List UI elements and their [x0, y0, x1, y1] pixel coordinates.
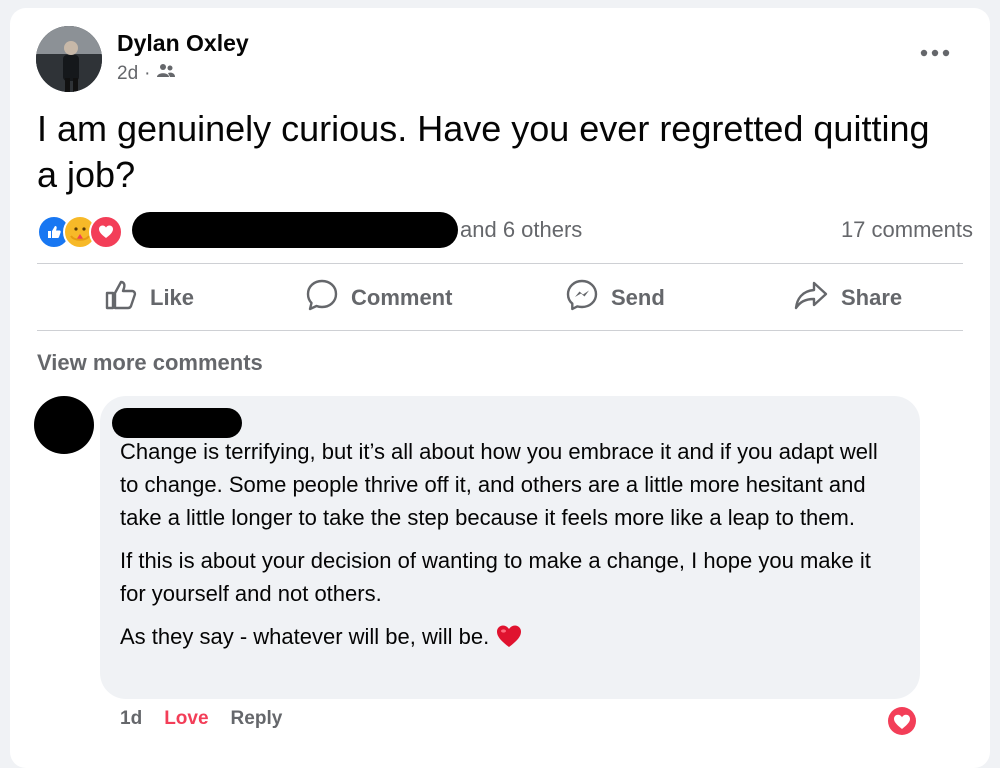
comment-text: Change is terrifying, but it’s all about… — [120, 435, 895, 668]
redacted-reactor-names — [132, 212, 458, 248]
send-label: Send — [611, 285, 665, 310]
share-button[interactable]: Share — [793, 278, 902, 318]
author-name[interactable]: Dylan Oxley — [117, 30, 249, 57]
comment-love-button[interactable]: Love — [164, 708, 208, 730]
heart-emoji-icon — [495, 623, 523, 658]
comment-paragraph: Change is terrifying, but it’s all about… — [120, 439, 878, 530]
comment-icon — [305, 278, 339, 318]
commenter-avatar-redacted[interactable] — [34, 396, 94, 454]
comment-time[interactable]: 1d — [120, 708, 142, 730]
comments-count[interactable]: 17 comments — [841, 217, 973, 243]
share-label: Share — [841, 285, 903, 310]
reaction-others-text[interactable]: and 6 others — [460, 217, 582, 243]
comment-paragraph-text: As they say - whatever will be, will be. — [120, 624, 490, 649]
view-more-comments-link[interactable]: View more comments — [37, 350, 263, 376]
comment-footer: 1d Love Reply — [120, 708, 282, 730]
more-options-icon[interactable] — [915, 38, 955, 68]
share-arrow-icon — [793, 279, 829, 317]
messenger-icon — [565, 278, 599, 318]
post-time[interactable]: 2d — [117, 63, 138, 85]
comment-label: Comment — [351, 285, 453, 310]
meta-separator: · — [144, 63, 151, 84]
like-label: Like — [150, 285, 195, 310]
comment-love-reaction-icon[interactable] — [886, 705, 918, 737]
comment-button[interactable]: Comment — [305, 278, 452, 318]
post-meta: 2d · — [117, 63, 176, 85]
send-button[interactable]: Send — [565, 278, 665, 318]
comment-paragraph: As they say - whatever will be, will be. — [120, 620, 895, 658]
like-outline-icon — [104, 279, 138, 317]
redacted-commenter-name[interactable] — [112, 408, 242, 438]
like-button[interactable]: Like — [104, 278, 194, 318]
reaction-icons[interactable] — [37, 215, 123, 249]
comment-reply-button[interactable]: Reply — [231, 708, 283, 730]
love-icon — [89, 215, 123, 249]
friends-icon[interactable] — [156, 63, 176, 85]
divider-top — [37, 263, 963, 264]
divider-bottom — [37, 330, 963, 331]
post-text: I am genuinely curious. Have you ever re… — [37, 108, 930, 195]
author-avatar[interactable] — [36, 26, 102, 92]
comment-paragraph: If this is about your decision of wantin… — [120, 548, 871, 606]
